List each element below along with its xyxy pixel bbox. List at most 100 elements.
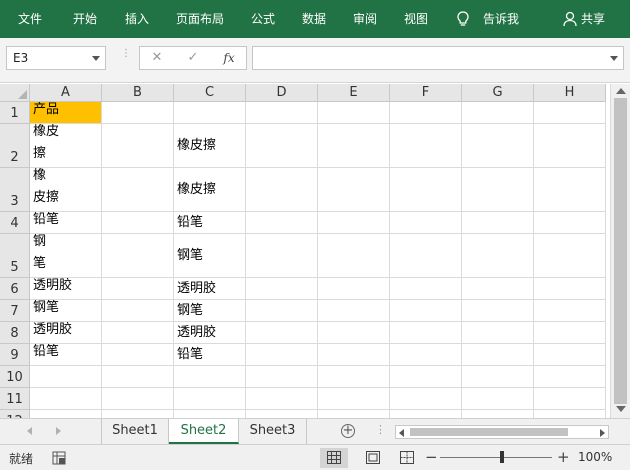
cell-a9[interactable]: 铅笔 [30, 344, 102, 366]
cell-d6[interactable] [246, 278, 318, 300]
column-header-e[interactable]: E [318, 84, 390, 102]
cell-e11[interactable] [318, 388, 390, 410]
vertical-scrollbar[interactable] [610, 84, 630, 418]
cell-h10[interactable] [534, 366, 606, 388]
tab-formulas[interactable]: 公式 [251, 0, 275, 38]
cell-h5[interactable] [534, 234, 606, 278]
row-header[interactable]: 10 [0, 366, 30, 388]
cell-e1[interactable] [318, 102, 390, 124]
formula-input[interactable] [252, 46, 624, 70]
cell-h3[interactable] [534, 168, 606, 212]
cell-b5[interactable] [102, 234, 174, 278]
select-all-button[interactable] [0, 84, 30, 102]
cell-c9[interactable]: 铅笔 [174, 344, 246, 366]
zoom-slider[interactable] [440, 457, 552, 458]
cell-h12[interactable] [534, 410, 606, 418]
cell-c11[interactable] [174, 388, 246, 410]
row-header[interactable]: 3 [0, 168, 30, 212]
cell-e9[interactable] [318, 344, 390, 366]
tab-split-handle-icon[interactable]: ⋮ [375, 423, 386, 436]
cell-a1[interactable]: 产品 [30, 102, 102, 124]
page-layout-view-button[interactable] [360, 448, 386, 468]
cell-d7[interactable] [246, 300, 318, 322]
cell-f2[interactable] [390, 124, 462, 168]
cell-e10[interactable] [318, 366, 390, 388]
cell-e5[interactable] [318, 234, 390, 278]
cell-g9[interactable] [462, 344, 534, 366]
tab-file[interactable]: 文件 [18, 0, 42, 38]
prev-sheet-icon[interactable] [27, 427, 32, 435]
cell-h4[interactable] [534, 212, 606, 234]
cell-b7[interactable] [102, 300, 174, 322]
row-header[interactable]: 5 [0, 234, 30, 278]
cell-b11[interactable] [102, 388, 174, 410]
scroll-down-icon[interactable] [616, 406, 626, 412]
cell-d8[interactable] [246, 322, 318, 344]
cell-g12[interactable] [462, 410, 534, 418]
zoom-level[interactable]: 100% [578, 450, 612, 464]
column-header-g[interactable]: G [462, 84, 534, 102]
column-header-h[interactable]: H [534, 84, 606, 102]
tab-page-layout[interactable]: 页面布局 [176, 0, 224, 38]
zoom-slider-thumb[interactable] [500, 451, 504, 463]
cell-d12[interactable] [246, 410, 318, 418]
cell-c2[interactable]: 橡皮擦 [174, 124, 246, 168]
row-header[interactable]: 8 [0, 322, 30, 344]
cell-f12[interactable] [390, 410, 462, 418]
cell-d1[interactable] [246, 102, 318, 124]
cell-g3[interactable] [462, 168, 534, 212]
cell-e2[interactable] [318, 124, 390, 168]
vertical-scroll-thumb[interactable] [614, 98, 627, 404]
row-header[interactable]: 7 [0, 300, 30, 322]
cell-h8[interactable] [534, 322, 606, 344]
cell-f11[interactable] [390, 388, 462, 410]
cell-b1[interactable] [102, 102, 174, 124]
column-header-b[interactable]: B [102, 84, 174, 102]
column-header-c[interactable]: C [174, 84, 246, 102]
row-header[interactable]: 2 [0, 124, 30, 168]
cell-d2[interactable] [246, 124, 318, 168]
cell-h1[interactable] [534, 102, 606, 124]
tab-data[interactable]: 数据 [302, 0, 326, 38]
cell-f8[interactable] [390, 322, 462, 344]
cell-f3[interactable] [390, 168, 462, 212]
spreadsheet-grid[interactable]: A B C D E F G H 1 产品 2 橡皮 擦橡皮擦 3 橡 皮擦 橡皮擦 4 铅笔 铅笔 5 钢 笔钢笔 6 透… [0, 84, 610, 418]
cell-f5[interactable] [390, 234, 462, 278]
cell-a2[interactable]: 橡皮 擦 [30, 124, 102, 168]
cell-g6[interactable] [462, 278, 534, 300]
cell-a6[interactable]: 透明胶 [30, 278, 102, 300]
cell-f4[interactable] [390, 212, 462, 234]
row-header[interactable]: 6 [0, 278, 30, 300]
cell-g1[interactable] [462, 102, 534, 124]
cell-b6[interactable] [102, 278, 174, 300]
cell-b3[interactable] [102, 168, 174, 212]
cell-c8[interactable]: 透明胶 [174, 322, 246, 344]
scroll-left-icon[interactable] [399, 429, 404, 437]
cell-c3[interactable]: 橡皮擦 [174, 168, 246, 212]
column-header-f[interactable]: F [390, 84, 462, 102]
cell-b9[interactable] [102, 344, 174, 366]
cell-f10[interactable] [390, 366, 462, 388]
cell-e6[interactable] [318, 278, 390, 300]
sheet-tab-sheet1[interactable]: Sheet1 [101, 419, 169, 444]
cell-c7[interactable]: 钢笔 [174, 300, 246, 322]
tab-insert[interactable]: 插入 [125, 0, 149, 38]
cell-b8[interactable] [102, 322, 174, 344]
cell-g5[interactable] [462, 234, 534, 278]
cell-b4[interactable] [102, 212, 174, 234]
name-box-dropdown-icon[interactable] [92, 56, 100, 61]
scroll-up-icon[interactable] [616, 88, 626, 94]
sheet-tab-sheet3[interactable]: Sheet3 [239, 419, 307, 444]
cell-a10[interactable] [30, 366, 102, 388]
cell-h6[interactable] [534, 278, 606, 300]
share-button[interactable]: 共享 [581, 0, 605, 38]
cell-f6[interactable] [390, 278, 462, 300]
cell-d5[interactable] [246, 234, 318, 278]
row-header[interactable]: 4 [0, 212, 30, 234]
tab-view[interactable]: 视图 [404, 0, 428, 38]
name-box[interactable]: E3 [6, 46, 106, 70]
zoom-in-button[interactable]: + [557, 448, 570, 466]
cell-b2[interactable] [102, 124, 174, 168]
zoom-out-button[interactable]: − [425, 448, 438, 466]
cell-g8[interactable] [462, 322, 534, 344]
